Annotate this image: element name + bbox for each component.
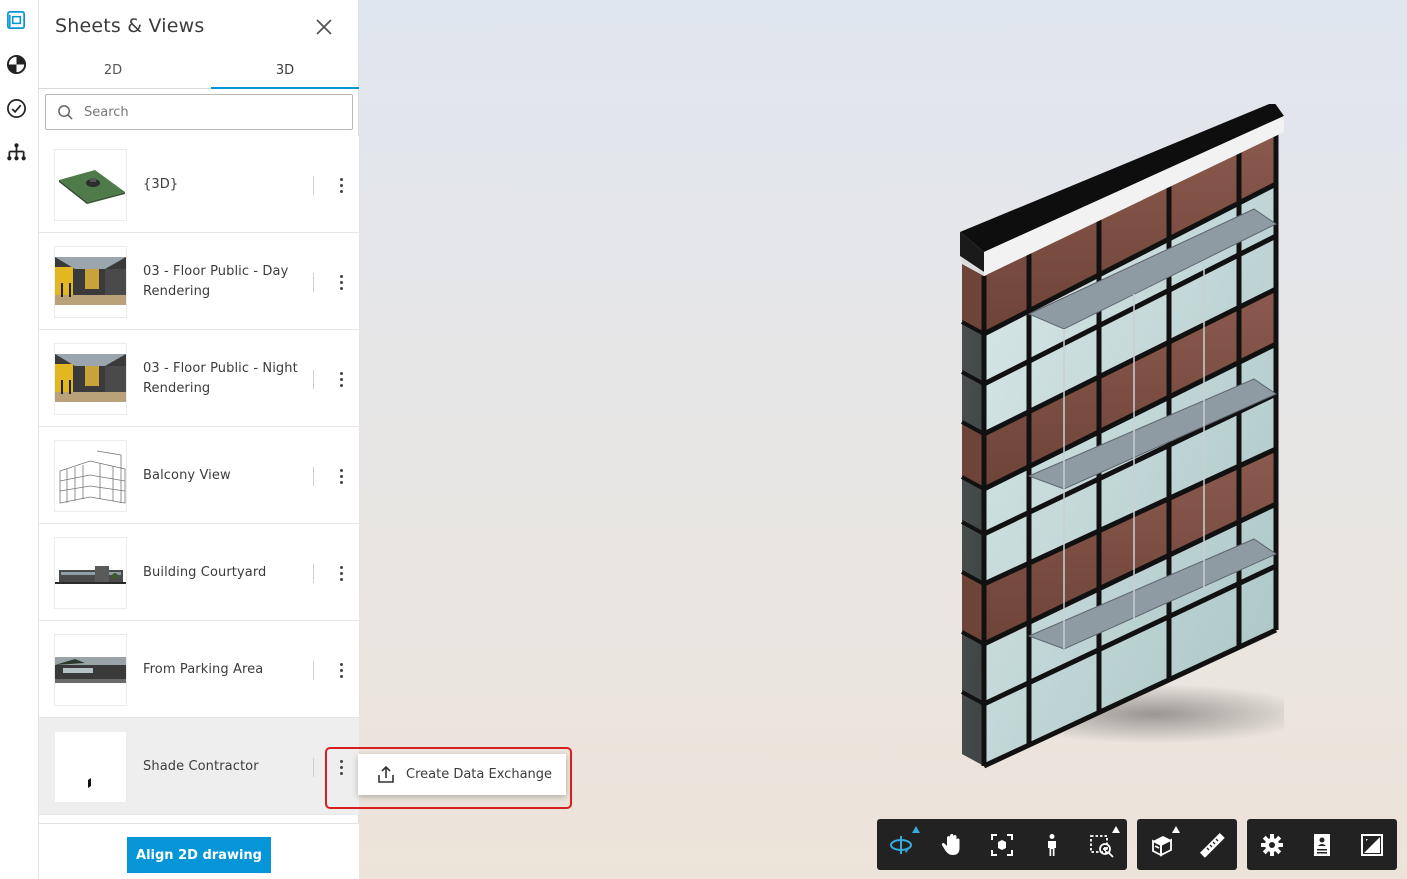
interior-rendering-thumbnail bbox=[54, 343, 127, 415]
item-label: Balcony View bbox=[143, 467, 231, 483]
view-type-tabs: 2D 3D bbox=[39, 56, 359, 89]
properties-icon[interactable] bbox=[1297, 819, 1347, 870]
sheets-views-icon[interactable] bbox=[4, 8, 28, 32]
item-divider bbox=[313, 661, 314, 680]
fullscreen-icon[interactable] bbox=[1347, 819, 1397, 870]
item-label: From Parking Area bbox=[143, 661, 264, 677]
list-item[interactable]: {3D} bbox=[39, 136, 359, 233]
list-item[interactable]: Shade Contractor bbox=[39, 718, 359, 815]
item-divider bbox=[313, 564, 314, 583]
measure-icon[interactable] bbox=[1187, 819, 1237, 870]
building-model[interactable] bbox=[954, 104, 1284, 769]
item-divider bbox=[313, 176, 314, 195]
settings-toolbar bbox=[1247, 819, 1397, 870]
list-item[interactable]: Balcony View bbox=[39, 427, 359, 524]
courtyard-thumbnail bbox=[54, 537, 127, 609]
list-item[interactable]: 03 - Floor Public - Night Rendering bbox=[39, 330, 359, 427]
item-divider bbox=[313, 758, 314, 777]
item-label: 03 - Floor Public - Day Rendering bbox=[143, 263, 289, 299]
menu-item-label: Create Data Exchange bbox=[406, 767, 553, 782]
more-options-icon[interactable] bbox=[331, 368, 351, 390]
views-list: {3D} 03 - Floor Public - Day Rendering 0… bbox=[39, 136, 359, 815]
item-divider bbox=[313, 370, 314, 389]
item-label: 03 - Floor Public - Night Rendering bbox=[143, 360, 298, 396]
more-options-icon[interactable] bbox=[331, 271, 351, 293]
context-menu-create-data-exchange[interactable]: Create Data Exchange bbox=[358, 754, 566, 795]
search-icon bbox=[58, 104, 73, 120]
share-upload-icon bbox=[378, 765, 394, 783]
3d-site-thumbnail bbox=[54, 149, 127, 221]
item-divider bbox=[313, 467, 314, 486]
left-icon-rail bbox=[0, 0, 39, 879]
more-options-icon[interactable] bbox=[331, 659, 351, 681]
parking-thumbnail bbox=[54, 634, 127, 706]
issues-check-icon[interactable] bbox=[4, 96, 28, 120]
more-options-icon[interactable] bbox=[331, 562, 351, 584]
section-box-icon[interactable] bbox=[1137, 819, 1187, 870]
item-label: Building Courtyard bbox=[143, 564, 267, 580]
align-2d-drawing-button[interactable]: Align 2D drawing bbox=[127, 837, 271, 873]
list-item[interactable]: Building Courtyard bbox=[39, 524, 359, 621]
orbit-icon[interactable] bbox=[877, 819, 927, 870]
item-label: Shade Contractor bbox=[143, 758, 259, 774]
more-options-icon[interactable] bbox=[331, 174, 351, 196]
model-browser-icon[interactable] bbox=[4, 52, 28, 76]
navigation-toolbar bbox=[877, 819, 1127, 870]
panel-title: Sheets & Views bbox=[55, 15, 205, 37]
pan-icon[interactable] bbox=[927, 819, 977, 870]
search-input[interactable] bbox=[84, 104, 334, 120]
list-item[interactable]: From Parking Area bbox=[39, 621, 359, 718]
search-box bbox=[45, 94, 353, 130]
item-label: {3D} bbox=[143, 176, 179, 192]
first-person-icon[interactable] bbox=[1027, 819, 1077, 870]
tab-2d[interactable]: 2D bbox=[39, 56, 187, 89]
close-icon[interactable] bbox=[313, 16, 335, 38]
tab-3d[interactable]: 3D bbox=[211, 56, 359, 89]
hierarchy-icon[interactable] bbox=[4, 140, 28, 164]
sheets-views-panel: Sheets & Views 2D 3D {3D} 03 - Floor Pub… bbox=[39, 0, 359, 879]
balcony-wireframe-thumbnail bbox=[54, 440, 127, 512]
shade-thumbnail bbox=[54, 731, 127, 803]
more-options-icon[interactable] bbox=[331, 465, 351, 487]
item-divider bbox=[313, 273, 314, 292]
interior-rendering-thumbnail bbox=[54, 246, 127, 318]
panel-footer: Align 2D drawing bbox=[39, 823, 359, 879]
fit-view-icon[interactable] bbox=[977, 819, 1027, 870]
zoom-window-icon[interactable] bbox=[1077, 819, 1127, 870]
list-item[interactable]: 03 - Floor Public - Day Rendering bbox=[39, 233, 359, 330]
settings-icon[interactable] bbox=[1247, 819, 1297, 870]
tools-toolbar bbox=[1137, 819, 1237, 870]
